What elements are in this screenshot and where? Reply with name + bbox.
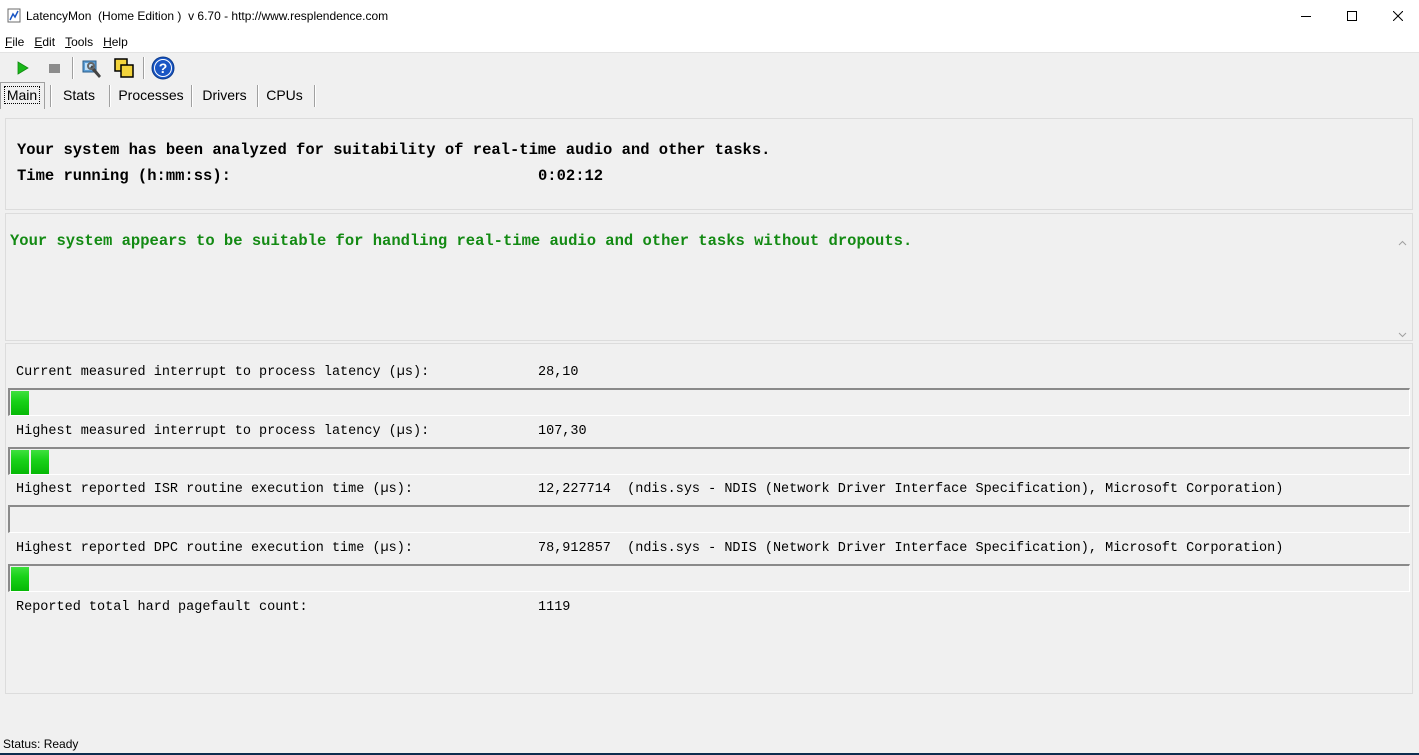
time-running-label: Time running (h:mm:ss): — [17, 167, 231, 185]
latencymon-window: LatencyMon (Home Edition ) v 6.70 - http… — [0, 0, 1419, 755]
close-button[interactable] — [1375, 0, 1419, 32]
windows-button[interactable] — [111, 55, 137, 81]
tab-main[interactable]: Main — [2, 82, 42, 108]
current-latency-bar-fill — [11, 391, 31, 415]
summary-panel: Your system has been analyzed for suitab… — [5, 118, 1413, 210]
tab-cpus-label: CPUs — [266, 87, 303, 103]
bar-segment — [11, 391, 29, 415]
tab-stats[interactable]: Stats — [55, 82, 103, 108]
menu-tools-label: ools — [71, 35, 94, 49]
current-latency-label: Current measured interrupt to process la… — [16, 365, 430, 380]
latencymon-app-icon — [7, 8, 21, 23]
menu-bar: File Edit Tools Help — [0, 32, 1419, 53]
start-button[interactable] — [9, 55, 35, 81]
help-icon: ? — [151, 56, 175, 80]
pagefault-value: 1119 — [538, 600, 571, 615]
menu-file-label: ile — [12, 35, 25, 49]
driver-tool-icon — [82, 60, 101, 78]
bar-segment — [11, 567, 29, 591]
current-latency-bar — [8, 388, 1410, 416]
tab-drivers-label: Drivers — [202, 87, 247, 103]
minimize-button[interactable] — [1283, 0, 1329, 32]
verdict-text: Your system appears to be suitable for h… — [10, 232, 913, 250]
windows-icon — [114, 58, 134, 78]
toolbar: ? — [0, 53, 1419, 81]
time-running-value: 0:02:12 — [538, 167, 604, 185]
scroll-down-icon[interactable] — [1398, 326, 1407, 338]
stop-icon — [49, 64, 60, 73]
tab-main-label: Main — [3, 86, 41, 104]
scroll-up-icon[interactable] — [1398, 235, 1407, 246]
verdict-panel[interactable]: Your system appears to be suitable for h… — [5, 213, 1413, 341]
summary-headline: Your system has been analyzed for suitab… — [17, 141, 771, 159]
tab-cpus[interactable]: CPUs — [262, 82, 307, 108]
menu-edit-label: dit — [42, 35, 56, 49]
tab-strip: Main Stats Processes Drivers CPUs — [0, 82, 1419, 108]
maximize-icon — [1347, 11, 1357, 21]
dpc-time-bar-fill — [11, 567, 31, 591]
menu-help-mnemonic: H — [103, 35, 112, 49]
svg-text:?: ? — [159, 60, 168, 76]
tab-stats-label: Stats — [63, 87, 95, 103]
menu-file[interactable]: File — [0, 32, 29, 52]
current-latency-value: 28,10 — [538, 365, 579, 380]
help-button[interactable]: ? — [150, 55, 176, 81]
status-bar: Status: Ready — [0, 733, 1419, 755]
isr-time-value: 12,227714 (ndis.sys - NDIS (Network Driv… — [538, 482, 1284, 497]
status-text: Status: Ready — [3, 737, 79, 751]
isr-time-bar — [8, 505, 1410, 533]
tab-separator — [314, 85, 316, 107]
minimize-icon — [1301, 16, 1311, 17]
title-bar[interactable]: LatencyMon (Home Edition ) v 6.70 - http… — [0, 0, 1419, 32]
play-icon — [17, 61, 29, 75]
bar-segment — [31, 450, 49, 474]
verdict-scrollbar[interactable] — [1394, 230, 1411, 340]
highest-latency-label: Highest measured interrupt to process la… — [16, 424, 430, 439]
tab-processes[interactable]: Processes — [116, 82, 186, 108]
menu-tools[interactable]: Tools — [60, 32, 98, 52]
isr-time-label: Highest reported ISR routine execution t… — [16, 482, 413, 497]
bar-segment — [11, 450, 29, 474]
close-icon — [1393, 11, 1403, 21]
pagefault-label: Reported total hard pagefault count: — [16, 600, 308, 615]
toolbar-separator — [143, 57, 145, 79]
highest-latency-bar-fill — [11, 450, 51, 474]
tab-separator — [109, 85, 111, 107]
toolbar-separator — [72, 57, 74, 79]
stop-button[interactable] — [41, 55, 67, 81]
window-title: LatencyMon (Home Edition ) v 6.70 - http… — [26, 9, 389, 23]
dpc-time-value: 78,912857 (ndis.sys - NDIS (Network Driv… — [538, 541, 1284, 556]
tab-separator — [50, 85, 52, 107]
metrics-panel: Current measured interrupt to process la… — [5, 343, 1413, 694]
tab-processes-label: Processes — [118, 87, 184, 103]
tab-separator — [191, 85, 193, 107]
driver-tool-button[interactable] — [79, 55, 105, 81]
dpc-time-bar — [8, 564, 1410, 592]
highest-latency-value: 107,30 — [538, 424, 587, 439]
menu-help[interactable]: Help — [98, 32, 133, 52]
tab-separator — [257, 85, 259, 107]
tab-drivers[interactable]: Drivers — [197, 82, 252, 108]
menu-help-label: elp — [111, 35, 128, 49]
dpc-time-label: Highest reported DPC routine execution t… — [16, 541, 413, 556]
menu-edit[interactable]: Edit — [29, 32, 60, 52]
highest-latency-bar — [8, 447, 1410, 475]
maximize-button[interactable] — [1329, 0, 1375, 32]
